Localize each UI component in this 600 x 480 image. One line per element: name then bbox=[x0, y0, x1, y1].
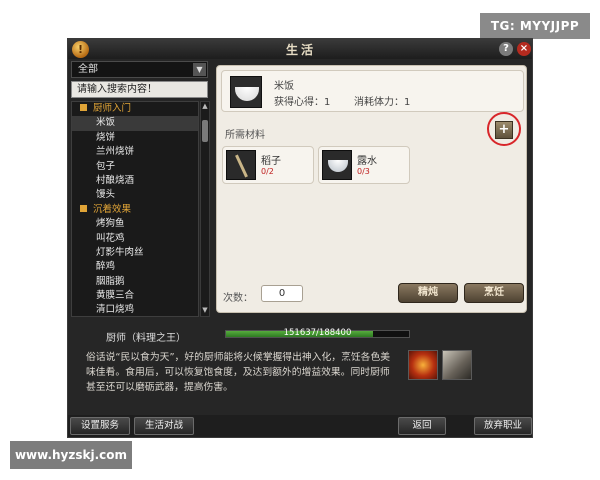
material-count: 0/2 bbox=[261, 167, 274, 176]
list-item-label: 清口烧鸡 bbox=[96, 304, 135, 316]
title-bar: ! 生活 ? × bbox=[68, 39, 532, 59]
category-header[interactable]: 沉着效果 bbox=[72, 203, 198, 217]
settings-service-button[interactable]: 设置服务 bbox=[70, 417, 130, 435]
watermark-bottom: www.hyzskj.com bbox=[10, 441, 132, 469]
abandon-profession-button[interactable]: 放弃职业 bbox=[474, 417, 532, 435]
recipe-list-item[interactable]: 村酿烧酒 bbox=[72, 174, 198, 188]
recipe-list-item[interactable]: 黄膜三合 bbox=[72, 289, 198, 303]
recipe-list-item[interactable]: 清口烧鸡 bbox=[72, 303, 198, 316]
category-header[interactable]: 厨师入门 bbox=[72, 102, 198, 116]
materials-title: 所需材料 bbox=[225, 130, 265, 141]
list-item-label: 馒头 bbox=[96, 189, 116, 201]
recipe-list-item[interactable]: 馒头 bbox=[72, 188, 198, 202]
scroll-up-icon[interactable]: ▲ bbox=[201, 102, 209, 112]
recipe-list: 厨师入门米饭烧饼兰州烧饼包子村酿烧酒馒头沉着效果烤狗鱼叫花鸡灯影牛肉丝醉鸡胭脂鹅… bbox=[71, 101, 199, 317]
recipe-list-item[interactable]: 米饭 bbox=[72, 116, 198, 131]
recipe-name: 米饭 bbox=[274, 81, 294, 92]
selected-recipe-card: 米饭 获得心得：1 消耗体力：1 bbox=[221, 70, 524, 112]
times-input[interactable]: 0 bbox=[261, 285, 303, 302]
list-item-label: 兰州烧饼 bbox=[96, 146, 135, 158]
recipe-list-item[interactable]: 烧饼 bbox=[72, 131, 198, 145]
recipe-browser: 全部 ▼ 请输入搜索内容！ 厨师入门米饭烧饼兰州烧饼包子村酿烧酒馒头沉着效果烤狗… bbox=[71, 61, 210, 317]
list-item-label: 沉着效果 bbox=[93, 203, 132, 215]
recipe-list-item[interactable]: 胭脂鹅 bbox=[72, 275, 198, 289]
close-icon[interactable]: × bbox=[517, 42, 531, 56]
category-dropdown[interactable]: 全部 ▼ bbox=[71, 61, 208, 78]
flame-skill-icon[interactable] bbox=[408, 350, 438, 380]
list-item-label: 灯影牛肉丝 bbox=[96, 246, 144, 258]
category-marker-icon bbox=[80, 104, 87, 111]
experience-text: 151637/188400 bbox=[283, 328, 352, 338]
recipe-list-item[interactable]: 醉鸡 bbox=[72, 260, 198, 274]
list-item-label: 厨师入门 bbox=[93, 103, 132, 114]
recipe-list-item[interactable]: 包子 bbox=[72, 160, 198, 174]
recipe-gain: 获得心得：1 bbox=[274, 97, 331, 108]
recipe-list-item[interactable]: 兰州烧饼 bbox=[72, 145, 198, 159]
help-icon[interactable]: ? bbox=[499, 42, 513, 56]
scroll-down-icon[interactable]: ▼ bbox=[201, 306, 209, 316]
recipe-cost: 消耗体力：1 bbox=[354, 97, 411, 108]
material-count: 0/3 bbox=[357, 167, 370, 176]
list-item-label: 烤狗鱼 bbox=[96, 218, 125, 230]
refine-button[interactable]: 精炖 bbox=[398, 283, 458, 303]
search-input[interactable]: 请输入搜索内容！ bbox=[71, 81, 208, 98]
rice-bowl-icon bbox=[230, 76, 262, 108]
material-card[interactable]: 露水 0/3 bbox=[318, 146, 410, 184]
list-item-label: 胭脂鹅 bbox=[96, 275, 125, 287]
list-item-label: 叫花鸡 bbox=[96, 232, 125, 244]
scroll-thumb[interactable] bbox=[202, 120, 208, 142]
category-marker-icon bbox=[80, 204, 87, 212]
book-skill-icon[interactable] bbox=[442, 350, 472, 380]
list-item-label: 村酿烧酒 bbox=[96, 174, 135, 186]
profession-title: 厨师（料理之王） bbox=[106, 333, 186, 344]
watermark-top: TG: MYYJJPP bbox=[480, 13, 590, 39]
times-label: 次数： bbox=[223, 293, 253, 304]
recipe-list-item[interactable]: 灯影牛肉丝 bbox=[72, 246, 198, 260]
list-scrollbar[interactable]: ▲ ▼ bbox=[200, 101, 210, 317]
list-item-label: 米饭 bbox=[96, 117, 116, 129]
life-battle-button[interactable]: 生活对战 bbox=[134, 417, 194, 435]
material-name: 露水 bbox=[357, 156, 377, 167]
dew-bowl-icon bbox=[322, 150, 352, 180]
recipe-list-item[interactable]: 烤狗鱼 bbox=[72, 217, 198, 231]
profession-description: 俗话说“民以食为天”，好的厨师能将火候掌握得出神入化，烹饪各色美味佳肴。食用后，… bbox=[86, 352, 391, 393]
highlight-circle bbox=[487, 112, 521, 146]
material-card[interactable]: 稻子 0/2 bbox=[222, 146, 314, 184]
category-dropdown-value: 全部 bbox=[78, 64, 98, 75]
list-item-label: 烧饼 bbox=[96, 131, 116, 143]
rice-stalk-icon bbox=[226, 150, 256, 180]
chevron-down-icon[interactable]: ▼ bbox=[193, 63, 206, 76]
life-skill-window: ! 生活 ? × 全部 ▼ 请输入搜索内容！ 厨师入门 米饭 烧饼 兰州烧饼 包子 村酿烧… bbox=[67, 38, 533, 438]
back-button[interactable]: 返回 bbox=[398, 417, 446, 435]
list-item-label: 黄膜三合 bbox=[96, 290, 135, 302]
list-item-label: 醉鸡 bbox=[96, 261, 116, 273]
recipe-detail-panel: 米饭 获得心得：1 消耗体力：1 所需材料 + 稻子 0/2 露水 0/3 次数… bbox=[216, 65, 527, 313]
cook-button[interactable]: 烹饪 bbox=[464, 283, 524, 303]
window-title: 生活 bbox=[285, 43, 316, 57]
list-item-label: 包子 bbox=[96, 160, 116, 172]
recipe-list-item[interactable]: 叫花鸡 bbox=[72, 232, 198, 246]
material-name: 稻子 bbox=[261, 156, 281, 167]
